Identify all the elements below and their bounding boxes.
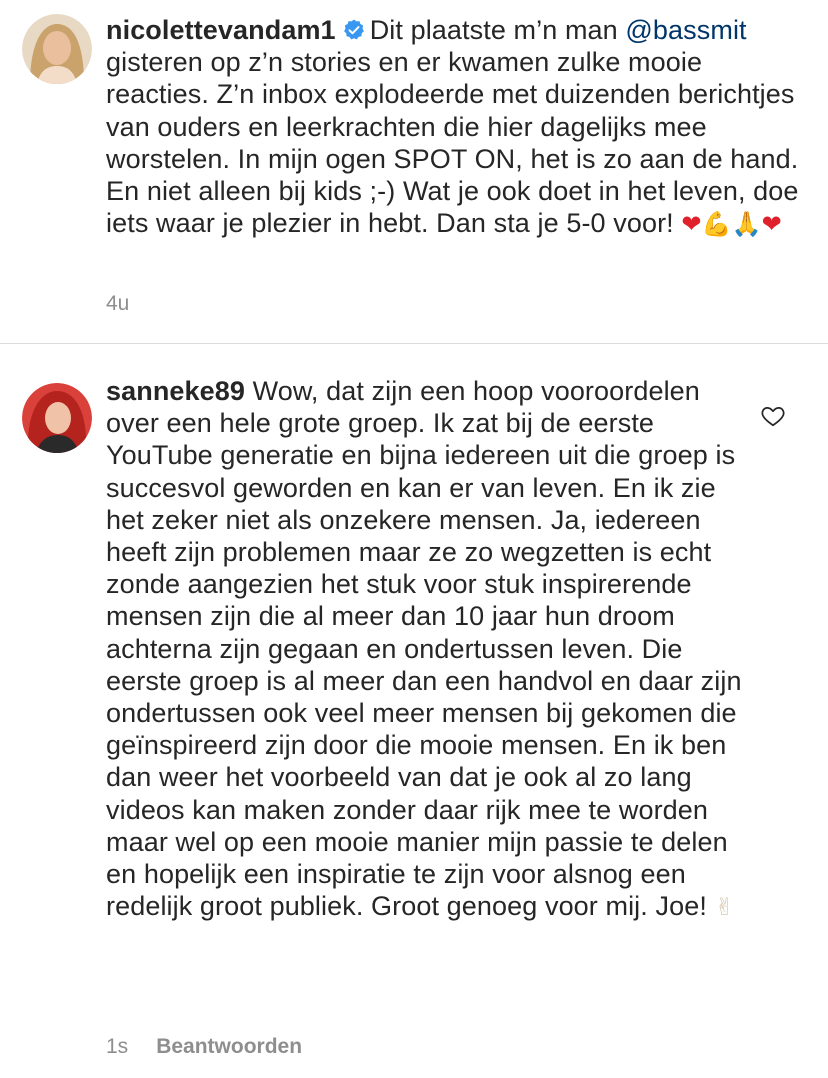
reply-comment: sanneke89 Wow, dat zijn een hoop vooroor… — [0, 345, 828, 1078]
reply-text: Wow, dat zijn een hoop vooroordelen over… — [106, 376, 742, 922]
avatar-image-sanneke — [22, 383, 92, 453]
folded-hands-emoji: 🙏 — [731, 210, 762, 239]
verified-badge-icon — [342, 18, 366, 42]
avatar-image-nicolette — [22, 14, 92, 84]
caption-comment: nicolettevandam1 Dit plaatste m’n man @ba… — [0, 0, 828, 345]
caption-mention-link[interactable]: @bassmit — [625, 15, 746, 45]
heart-emoji-2: ❤ — [761, 210, 782, 239]
caption-meta: 4u — [106, 292, 157, 316]
caption-body: nicolettevandam1 Dit plaatste m’n man @ba… — [106, 14, 806, 240]
reply-timestamp: 1s — [106, 1035, 129, 1058]
caption-avatar[interactable] — [22, 14, 92, 84]
reply-avatar[interactable] — [22, 383, 92, 453]
caption-text-lead: Dit plaatste m’n man — [369, 15, 618, 45]
reply-body: sanneke89 Wow, dat zijn een hoop vooroor… — [106, 375, 746, 923]
flexed-biceps-emoji: 💪 — [701, 210, 732, 239]
caption-username[interactable]: nicolettevandam1 — [106, 15, 336, 45]
reply-username[interactable]: sanneke89 — [106, 376, 245, 406]
heart-emoji: ❤ — [681, 210, 702, 239]
reply-meta: 1s Beantwoorden — [106, 1035, 330, 1059]
heart-outline-icon[interactable] — [760, 403, 786, 429]
victory-hand-emoji: ✌ — [714, 893, 735, 922]
reply-button[interactable]: Beantwoorden — [156, 1035, 302, 1058]
comment-divider — [0, 343, 828, 344]
caption-timestamp: 4u — [106, 292, 130, 315]
